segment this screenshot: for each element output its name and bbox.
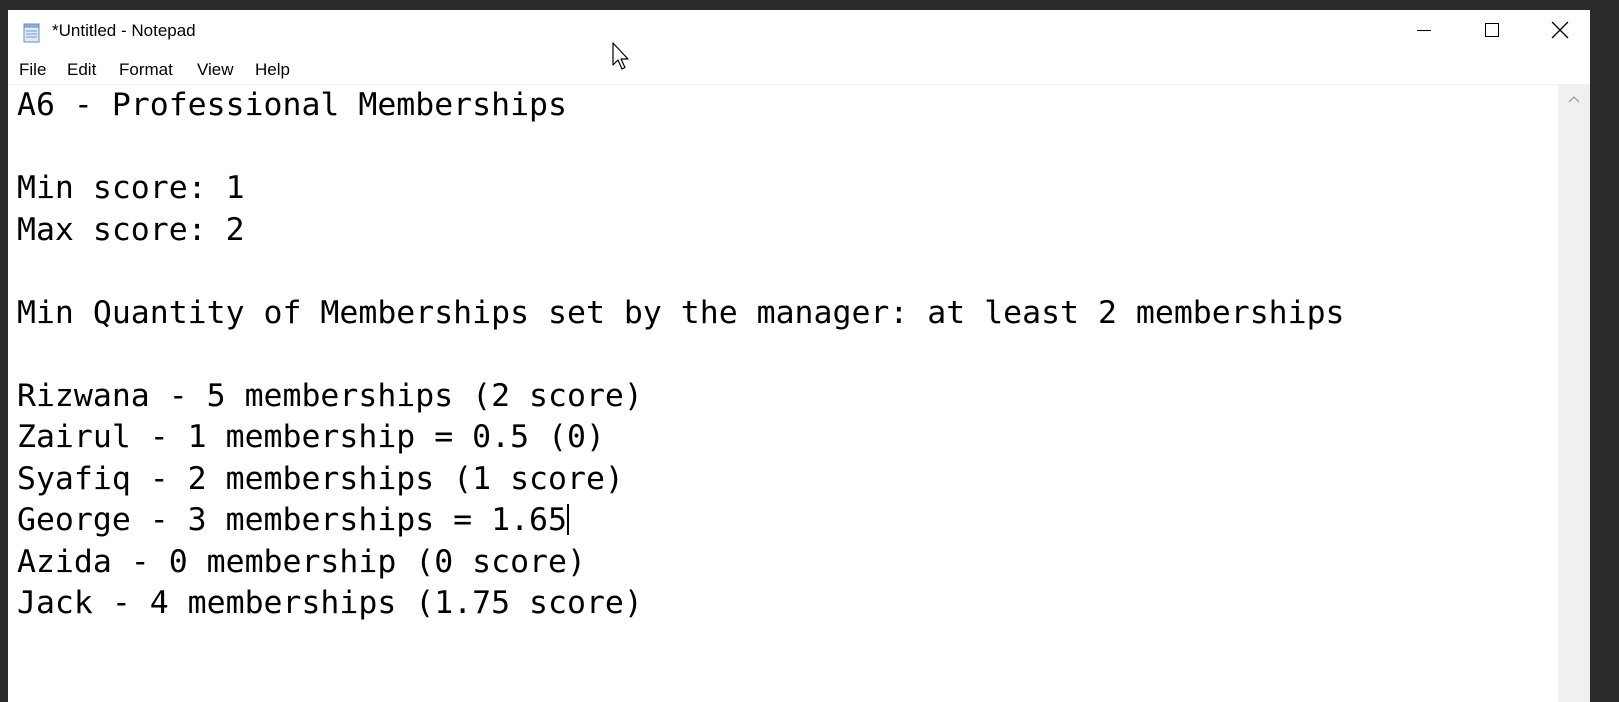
minimize-button[interactable]	[1390, 10, 1458, 54]
notepad-icon[interactable]	[22, 23, 42, 43]
mouse-pointer-icon	[612, 42, 632, 72]
title-bar[interactable]: *Untitled - Notepad	[8, 10, 1590, 54]
editor-line-zairul: Zairul - 1 membership = 0.5 (0)	[17, 419, 605, 455]
close-icon	[1551, 21, 1569, 44]
menu-help[interactable]: Help	[255, 60, 290, 80]
editor-line-title: A6 - Professional Memberships	[17, 87, 567, 123]
maximize-button[interactable]	[1458, 10, 1526, 54]
menu-view[interactable]: View	[197, 60, 234, 80]
menu-format[interactable]: Format	[119, 60, 173, 80]
text-editor-area[interactable]: A6 - Professional Memberships Min score:…	[8, 85, 1558, 702]
editor-line-george-text: George - 3 memberships = 1.65	[17, 502, 567, 538]
scroll-up-button[interactable]	[1558, 85, 1590, 113]
editor-line-george: George - 3 memberships = 1.65	[17, 500, 1345, 542]
editor-line-blank	[17, 251, 1345, 293]
menu-edit[interactable]: Edit	[67, 60, 96, 80]
editor-line-azida: Azida - 0 membership (0 score)	[17, 543, 586, 580]
text-caret	[566, 504, 569, 535]
editor-line-jack: Jack - 4 memberships (1.75 score)	[17, 585, 643, 621]
menu-bar: File Edit Format View Help	[8, 54, 1590, 84]
editor-line-max-score: Max score: 2	[17, 211, 245, 248]
editor-content[interactable]: A6 - Professional Memberships Min score:…	[17, 85, 1345, 625]
menu-file[interactable]: File	[19, 60, 46, 80]
editor-line-blank	[17, 127, 1345, 169]
editor-line-rizwana: Rizwana - 5 memberships (2 score)	[17, 377, 643, 414]
vertical-scrollbar[interactable]	[1558, 85, 1590, 702]
maximize-icon	[1484, 22, 1500, 43]
editor-line-min-score: Min score: 1	[17, 170, 245, 206]
editor-line-blank	[17, 334, 1345, 376]
editor-line-min-quantity: Min Quantity of Memberships set by the m…	[17, 294, 1345, 331]
editor-line-syafiq: Syafiq - 2 memberships (1 score)	[17, 460, 624, 497]
close-button[interactable]	[1526, 10, 1590, 54]
window-title: *Untitled - Notepad	[52, 21, 196, 40]
notepad-window: *Untitled - Notepad File Edit Format Vie…	[8, 10, 1590, 702]
scroll-up-arrow-icon	[1568, 90, 1580, 108]
minimize-icon	[1416, 22, 1432, 43]
